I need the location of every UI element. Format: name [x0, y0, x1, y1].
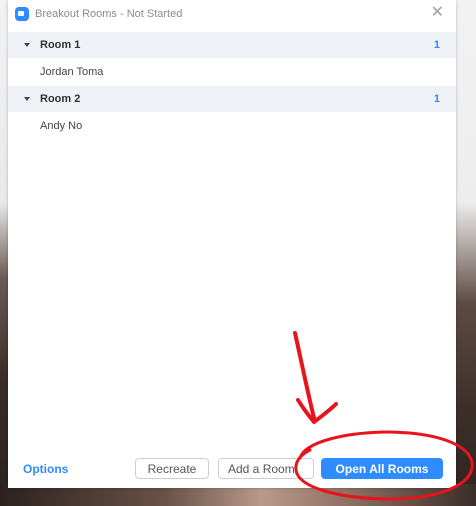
add-room-button[interactable]: Add a Room — [218, 458, 314, 479]
background-photo-right — [456, 0, 476, 506]
chevron-down-icon[interactable] — [24, 97, 30, 101]
room-list: Room 1 1 Jordan Toma Room 2 1 Andy No — [8, 32, 456, 140]
room-header-room-2[interactable]: Room 2 1 — [8, 86, 456, 112]
title-bar: Breakout Rooms - Not Started ✕ — [8, 0, 456, 28]
room-participant-count: 1 — [433, 93, 440, 105]
room-participant-count: 1 — [433, 39, 440, 51]
breakout-rooms-window: Breakout Rooms - Not Started ✕ Room 1 1 … — [8, 0, 456, 488]
recreate-button[interactable]: Recreate — [135, 458, 209, 479]
close-icon[interactable]: ✕ — [431, 4, 444, 22]
zoom-app-icon — [15, 7, 29, 21]
participant-item[interactable]: Jordan Toma — [8, 58, 456, 86]
chevron-down-icon[interactable] — [24, 43, 30, 47]
participant-item[interactable]: Andy No — [8, 112, 456, 140]
open-all-rooms-button[interactable]: Open All Rooms — [321, 458, 443, 479]
room-header-room-1[interactable]: Room 1 1 — [8, 32, 456, 58]
background-photo-left — [0, 0, 8, 506]
options-link[interactable]: Options — [23, 462, 68, 476]
window-title: Breakout Rooms - Not Started — [35, 8, 183, 20]
room-name: Room 2 — [40, 93, 81, 105]
footer-bar: Options Recreate Add a Room Open All Roo… — [8, 456, 456, 482]
room-name: Room 1 — [40, 39, 81, 51]
